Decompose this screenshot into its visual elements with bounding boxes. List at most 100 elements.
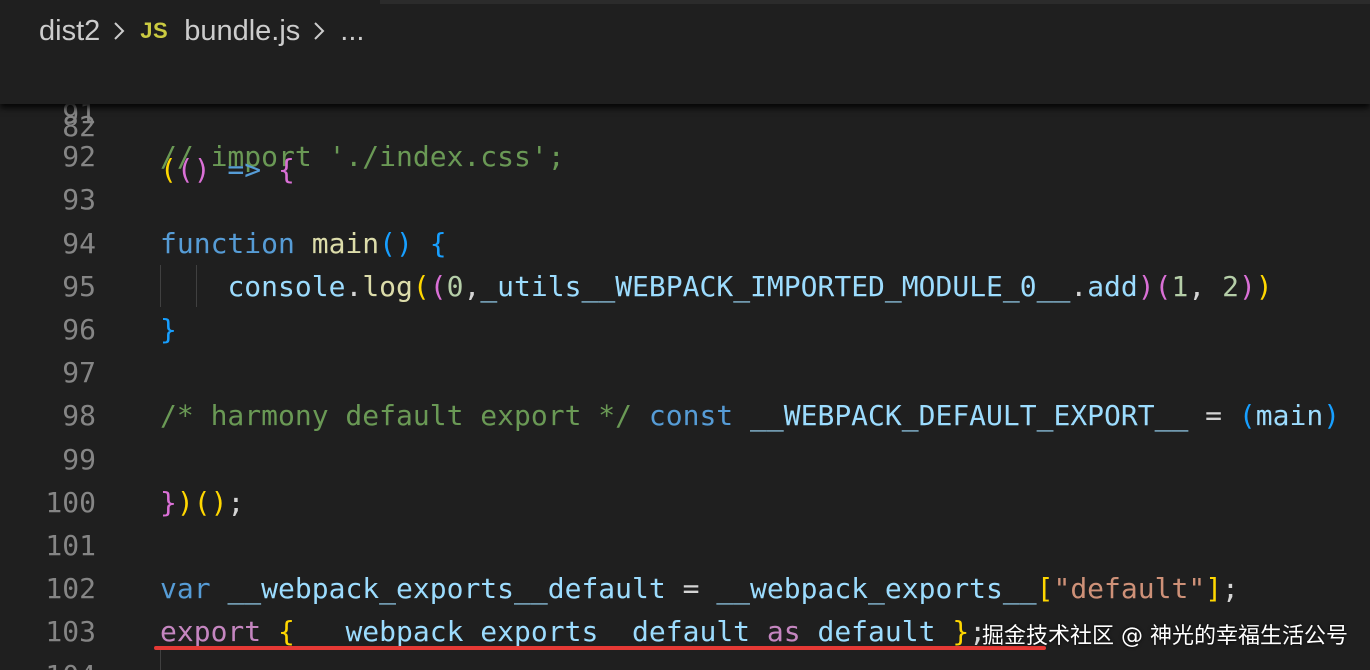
code-token: ) xyxy=(176,485,194,519)
code-token: export xyxy=(160,615,262,649)
code-token: ( xyxy=(1154,269,1172,303)
line-code: /* harmony default export */ const __WEB… xyxy=(160,394,1340,437)
line-number: 101 xyxy=(45,529,96,562)
code-token: = xyxy=(665,572,717,606)
line-number: 96 xyxy=(62,313,96,346)
code-token: } xyxy=(160,485,177,519)
code-token: ) xyxy=(1238,269,1256,303)
code-token: ) xyxy=(1323,399,1341,433)
code-token: ( xyxy=(160,153,177,186)
code-line[interactable]: 97 xyxy=(0,351,1370,394)
code-token: log xyxy=(362,269,413,303)
code-line[interactable]: 95 console.log((0,_utils__WEBPACK_IMPORT… xyxy=(0,265,1370,308)
code-token: { xyxy=(429,226,447,260)
line-number: 104 xyxy=(0,654,96,670)
code-token: . xyxy=(345,269,363,303)
code-token: add xyxy=(1087,269,1138,303)
code-token: ; xyxy=(227,485,245,519)
line-code: var __webpack_exports__default = __webpa… xyxy=(160,567,1239,610)
code-token: , xyxy=(463,269,481,303)
line-code: console.log((0,_utils__WEBPACK_IMPORTED_… xyxy=(160,265,1273,308)
code-line[interactable]: 101 xyxy=(0,524,1370,567)
code-token: ) xyxy=(1255,269,1273,303)
code-token: default xyxy=(817,615,936,649)
watermark: 掘金技术社区 @ 神光的幸福生活公号 xyxy=(982,624,1348,649)
code-token: __webpack_exports__default xyxy=(227,572,666,606)
code-token: "default" xyxy=(1053,572,1206,606)
line-number: 97 xyxy=(62,356,96,390)
code-token: = xyxy=(1188,399,1239,433)
code-token: __webpack_exports__ xyxy=(716,572,1037,606)
code-token: { xyxy=(278,615,295,649)
line-code: })(); xyxy=(160,481,244,524)
code-token: () xyxy=(379,226,413,260)
red-underline-annotation xyxy=(154,646,1046,650)
code-token: () xyxy=(176,153,211,186)
code-token: __webpack_exports__default xyxy=(311,615,751,649)
code-token: { xyxy=(278,153,295,186)
code-token: ( xyxy=(429,269,447,303)
line-code: } xyxy=(160,308,177,351)
code-token: function xyxy=(160,226,295,260)
code-token: ] xyxy=(1205,572,1223,606)
code-token: ( xyxy=(1238,399,1256,433)
code-token: ; xyxy=(1222,572,1239,606)
code-token: __WEBPACK_DEFAULT_EXPORT__ xyxy=(750,399,1189,433)
line-number: 99 xyxy=(62,442,96,476)
line-number: 98 xyxy=(62,399,96,433)
line-code: function main() { xyxy=(160,222,447,265)
js-file-icon: JS xyxy=(140,18,169,43)
line-number: 100 xyxy=(45,485,96,519)
indent-guide xyxy=(196,265,197,307)
code-token: main xyxy=(1255,399,1324,433)
code-token: const xyxy=(648,399,734,433)
breadcrumb: dist2 JS bundle.js ... xyxy=(0,0,1370,62)
sticky-scroll-header[interactable]: 82 (() => { xyxy=(0,62,1370,186)
code-token: as xyxy=(766,615,801,649)
line-number: 82 xyxy=(62,110,96,143)
breadcrumb-more[interactable]: ... xyxy=(340,15,364,48)
code-token: console xyxy=(227,269,346,303)
line-number: 103 xyxy=(45,615,96,649)
code-line[interactable]: 94 function main() { xyxy=(0,222,1370,265)
code-line[interactable]: 98 /* harmony default export */ const __W… xyxy=(0,394,1370,437)
code-line[interactable]: 96} xyxy=(0,308,1370,351)
code-token: 0 xyxy=(446,269,464,303)
code-token: } xyxy=(160,313,177,346)
code-token: . xyxy=(1070,269,1088,303)
tab-bar-divider xyxy=(380,0,1370,4)
code-token: _utils__WEBPACK_IMPORTED_MODULE_0__ xyxy=(480,269,1071,303)
sticky-line-code: (() => { xyxy=(160,148,295,191)
code-line[interactable]: 99 xyxy=(0,438,1370,481)
code-token: ( xyxy=(412,269,430,303)
code-line[interactable]: 102 var __webpack_exports__default = __we… xyxy=(0,567,1370,610)
indent-guide xyxy=(160,650,161,670)
code-token: 1 xyxy=(1171,269,1189,303)
code-line[interactable]: 104 xyxy=(0,654,1370,670)
breadcrumb-file[interactable]: bundle.js xyxy=(184,15,300,48)
chevron-right-icon xyxy=(112,20,126,42)
code-token: } xyxy=(952,615,970,649)
code-token: main xyxy=(311,226,380,260)
code-token: ) xyxy=(1137,269,1155,303)
line-number: 102 xyxy=(45,572,96,606)
sticky-line[interactable]: 82 (() => { xyxy=(0,62,1370,186)
breadcrumb-folder[interactable]: dist2 xyxy=(39,15,100,48)
chevron-right-icon xyxy=(312,20,326,42)
indent-guide xyxy=(160,265,161,307)
code-token: /* harmony default export */ xyxy=(160,399,633,433)
code-line[interactable]: 100 })(); xyxy=(0,481,1370,524)
code-token: , xyxy=(1188,269,1223,303)
line-number: 95 xyxy=(62,269,96,303)
